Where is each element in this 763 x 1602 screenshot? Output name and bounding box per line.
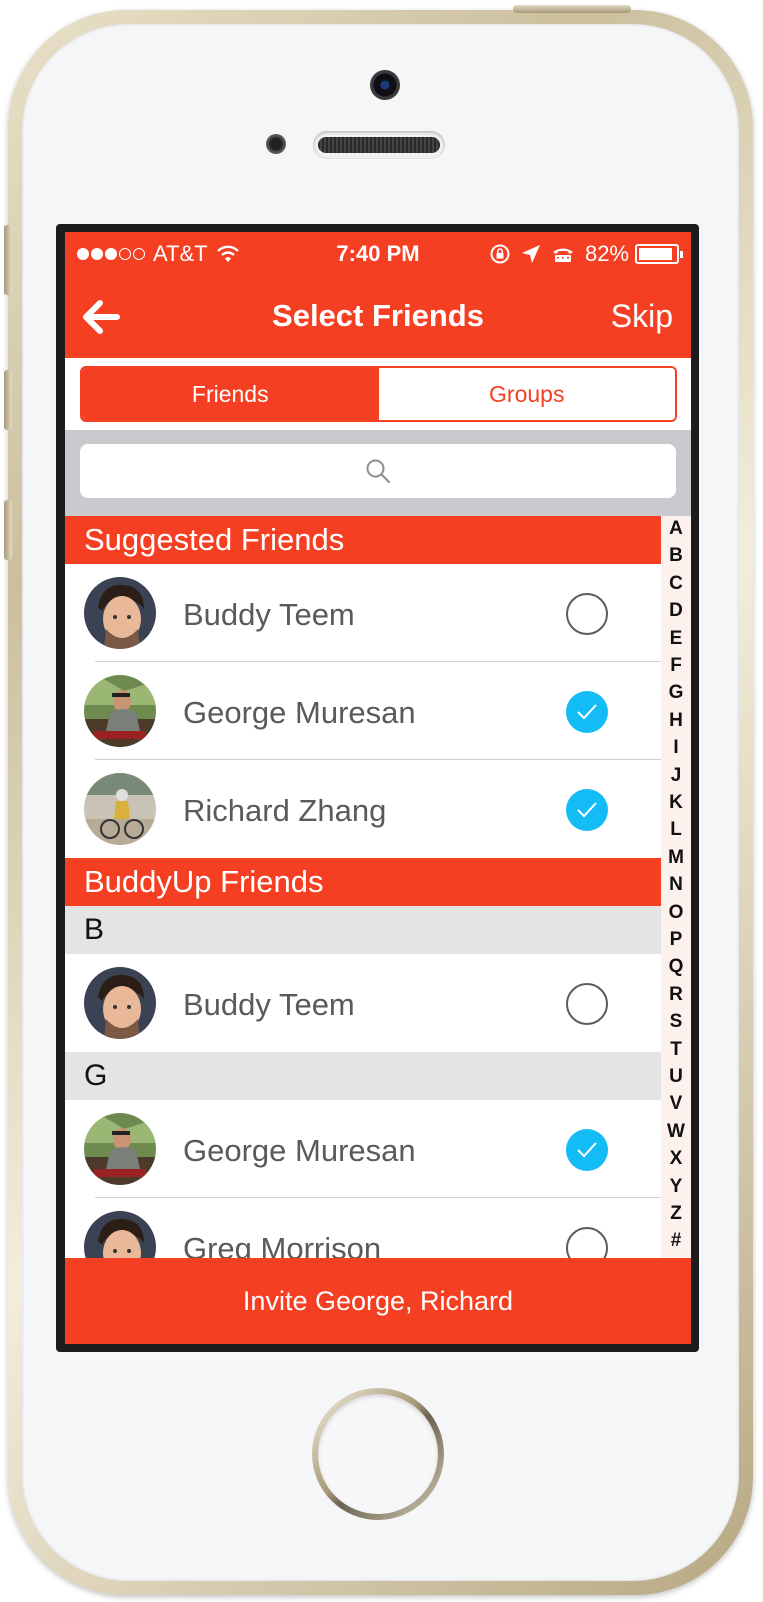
friend-name: George Muresan	[183, 1133, 416, 1168]
index-letter[interactable]: C	[661, 573, 691, 595]
index-letter[interactable]: E	[661, 628, 691, 650]
index-letter[interactable]: R	[661, 984, 691, 1006]
index-letter[interactable]: Y	[661, 1176, 691, 1198]
index-letter[interactable]: #	[661, 1230, 691, 1252]
index-letter[interactable]: O	[661, 902, 691, 924]
index-letter[interactable]: F	[661, 655, 691, 677]
navigation-bar: Select Friends Skip	[65, 276, 691, 358]
earpiece-speaker	[313, 131, 445, 159]
index-letter[interactable]: W	[661, 1121, 691, 1143]
friends-list: Suggested Friends Buddy Teem George Mure…	[65, 516, 661, 1258]
friend-name: Buddy Teem	[183, 597, 355, 632]
select-checkbox[interactable]	[566, 593, 608, 635]
volume-down-button	[4, 500, 12, 560]
list-item[interactable]: Greg Morrison	[65, 1198, 661, 1258]
home-button[interactable]	[312, 1388, 444, 1520]
select-checkbox-checked[interactable]	[566, 789, 608, 831]
checkmark-icon	[577, 802, 597, 818]
battery-percent: 82%	[584, 241, 629, 266]
index-letter[interactable]: X	[661, 1148, 691, 1170]
letter-header: G	[65, 1052, 661, 1100]
index-letter[interactable]: S	[661, 1011, 691, 1033]
index-letter[interactable]: L	[661, 819, 691, 841]
search-icon	[366, 459, 391, 484]
index-letter[interactable]: M	[661, 847, 691, 869]
list-item[interactable]: George Muresan	[65, 1100, 661, 1198]
search-bar	[65, 430, 691, 516]
index-letter[interactable]: H	[661, 710, 691, 732]
page-title: Select Friends	[272, 298, 484, 333]
power-button	[513, 5, 631, 13]
status-bar: AT&T 7:40 PM 82%	[65, 232, 691, 276]
index-letter[interactable]: B	[661, 545, 691, 567]
index-letter[interactable]: I	[661, 737, 691, 759]
list-item[interactable]: George Muresan	[65, 662, 661, 760]
list-item[interactable]: Buddy Teem	[65, 954, 661, 1052]
select-checkbox-checked[interactable]	[566, 691, 608, 733]
checkmark-icon	[577, 704, 597, 720]
friend-name: Richard Zhang	[183, 793, 387, 828]
index-letter[interactable]: Z	[661, 1203, 691, 1225]
status-right: 82%	[489, 241, 683, 267]
friends-groups-segmented-control: Friends Groups	[80, 366, 677, 422]
avatar	[84, 675, 156, 747]
letter-header: B	[65, 906, 661, 954]
tab-friends[interactable]: Friends	[82, 368, 379, 420]
select-checkbox[interactable]	[566, 1227, 608, 1258]
index-letter[interactable]: A	[661, 518, 691, 540]
index-letter[interactable]: K	[661, 792, 691, 814]
skip-button[interactable]: Skip	[611, 298, 673, 335]
select-checkbox-checked[interactable]	[566, 1129, 608, 1171]
segment-area: Friends Groups	[65, 358, 691, 430]
index-letter[interactable]: D	[661, 600, 691, 622]
friend-name: Greg Morrison	[183, 1231, 382, 1258]
tab-groups[interactable]: Groups	[378, 368, 675, 420]
invite-button[interactable]: Invite George, Richard	[65, 1258, 691, 1344]
proximity-sensor	[266, 134, 286, 154]
section-header-buddyup: BuddyUp Friends	[65, 858, 661, 906]
tty-icon	[552, 248, 573, 262]
index-letter[interactable]: T	[661, 1039, 691, 1061]
index-letter[interactable]: U	[661, 1066, 691, 1088]
index-letter[interactable]: N	[661, 874, 691, 896]
avatar	[84, 1113, 156, 1185]
location-icon	[521, 245, 540, 263]
mute-switch	[4, 225, 12, 295]
list-item[interactable]: Richard Zhang	[65, 760, 661, 858]
friend-name: George Muresan	[183, 695, 416, 730]
select-checkbox[interactable]	[566, 983, 608, 1025]
front-camera	[370, 70, 400, 100]
list-item[interactable]: Buddy Teem	[65, 564, 661, 662]
index-letter[interactable]: G	[661, 682, 691, 704]
volume-up-button	[4, 370, 12, 430]
index-letter[interactable]: V	[661, 1093, 691, 1115]
search-input[interactable]	[80, 444, 676, 498]
index-letter[interactable]: Q	[661, 956, 691, 978]
checkmark-icon	[577, 1142, 597, 1158]
index-letter[interactable]: J	[661, 765, 691, 787]
avatar	[84, 967, 156, 1039]
avatar	[84, 577, 156, 649]
avatar	[84, 773, 156, 845]
rotation-lock-icon	[490, 244, 510, 264]
battery-icon	[635, 244, 683, 264]
alphabet-index[interactable]: A B C D E F G H I J K L M N O P Q R S T U V W X Y Z #	[661, 516, 691, 1258]
avatar	[84, 1211, 156, 1258]
friend-name: Buddy Teem	[183, 987, 355, 1022]
section-header-suggested: Suggested Friends	[65, 516, 661, 564]
app-screen: AT&T 7:40 PM 82% Select Friends Skip Fri…	[65, 232, 691, 1344]
index-letter[interactable]: P	[661, 929, 691, 951]
